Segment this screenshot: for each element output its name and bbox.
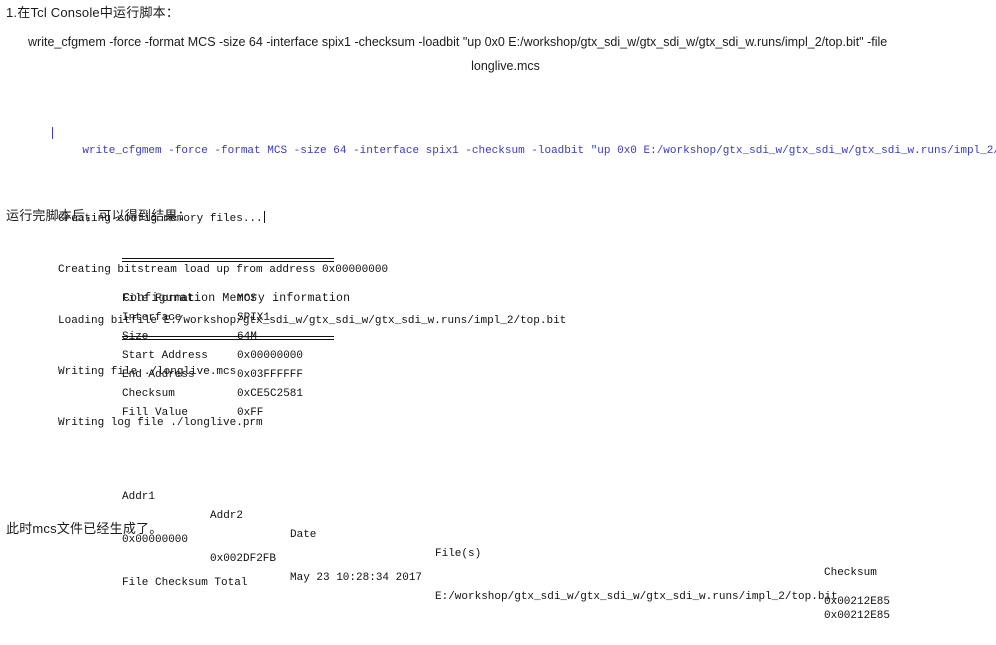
command-text-block: write_cfgmem -force -format MCS -size 64…: [28, 30, 983, 78]
info-key: Fill Value: [122, 407, 189, 419]
text-cursor-icon: [263, 211, 265, 223]
column-header-addr1: Addr1: [122, 491, 156, 503]
file-checksum-table: Addr1 Addr2 Date File(s) Checksum 0x0000…: [122, 445, 890, 622]
table-row: End Address 0x03FFFFFF: [122, 366, 417, 385]
column-header-checksum: Checksum: [824, 567, 877, 579]
config-memory-info-table: File Format MCS Interface SPIX1 Size 64M…: [122, 290, 417, 423]
info-key: Checksum: [122, 388, 175, 400]
info-value: 0x03FFFFFF: [237, 369, 304, 381]
info-value: 64M: [237, 331, 257, 343]
table-row: File Format MCS: [122, 290, 417, 309]
cell-addr2: 0x002DF2FB: [210, 553, 277, 565]
info-value: 0xFF: [237, 407, 264, 419]
console-prompt-bar-icon: [52, 127, 53, 139]
table-total-row: File Checksum Total 0x00212E85: [122, 555, 890, 608]
console-output-line: Creating config memory files...: [56, 211, 996, 228]
cell-date: May 23 10:28:34 2017: [290, 572, 423, 584]
info-value: SPIX1: [237, 312, 271, 324]
step-heading: 1.在Tcl Console中运行脚本：: [6, 5, 180, 20]
column-header-date: Date: [290, 529, 317, 541]
column-header-files: File(s): [435, 548, 482, 560]
column-header-addr2: Addr2: [210, 510, 244, 522]
result-lead-text: 运行完脚本后，可以得到结果：: [6, 208, 191, 223]
cell-files: E:/workshop/gtx_sdi_w/gtx_sdi_w/gtx_sdi_…: [435, 591, 838, 603]
command-text-line-1: write_cfgmem -force -format MCS -size 64…: [28, 35, 888, 49]
cell-total-checksum: 0x00212E85: [824, 596, 891, 608]
info-value: MCS: [237, 293, 257, 305]
table-row: Start Address 0x00000000: [122, 347, 417, 366]
report-rule-top: [122, 258, 334, 262]
table-row: Checksum 0xCE5C2581: [122, 385, 417, 404]
info-key: Start Address: [122, 350, 208, 362]
console-command-text: write_cfgmem -force -format MCS -size 64…: [82, 145, 996, 157]
table-row: Fill Value 0xFF: [122, 404, 417, 423]
info-key: File Format: [122, 293, 195, 305]
info-value: 0x00000000: [237, 350, 304, 362]
table-header-row: Addr1 Addr2 Date File(s) Checksum: [122, 469, 877, 579]
info-value: 0xCE5C2581: [237, 388, 304, 400]
console-command-line: write_cfgmem -force -format MCS -size 64…: [52, 126, 996, 177]
table-row: Interface SPIX1: [122, 309, 417, 328]
info-key: Interface: [122, 312, 182, 324]
table-row: Size 64M: [122, 328, 417, 347]
cell-total-label: File Checksum Total: [122, 577, 248, 589]
info-key: Size: [122, 331, 149, 343]
closing-note-text: 此时mcs文件已经生成了。: [6, 521, 163, 536]
info-key: End Address: [122, 369, 195, 381]
command-text-line-2: longlive.mcs: [471, 59, 540, 73]
